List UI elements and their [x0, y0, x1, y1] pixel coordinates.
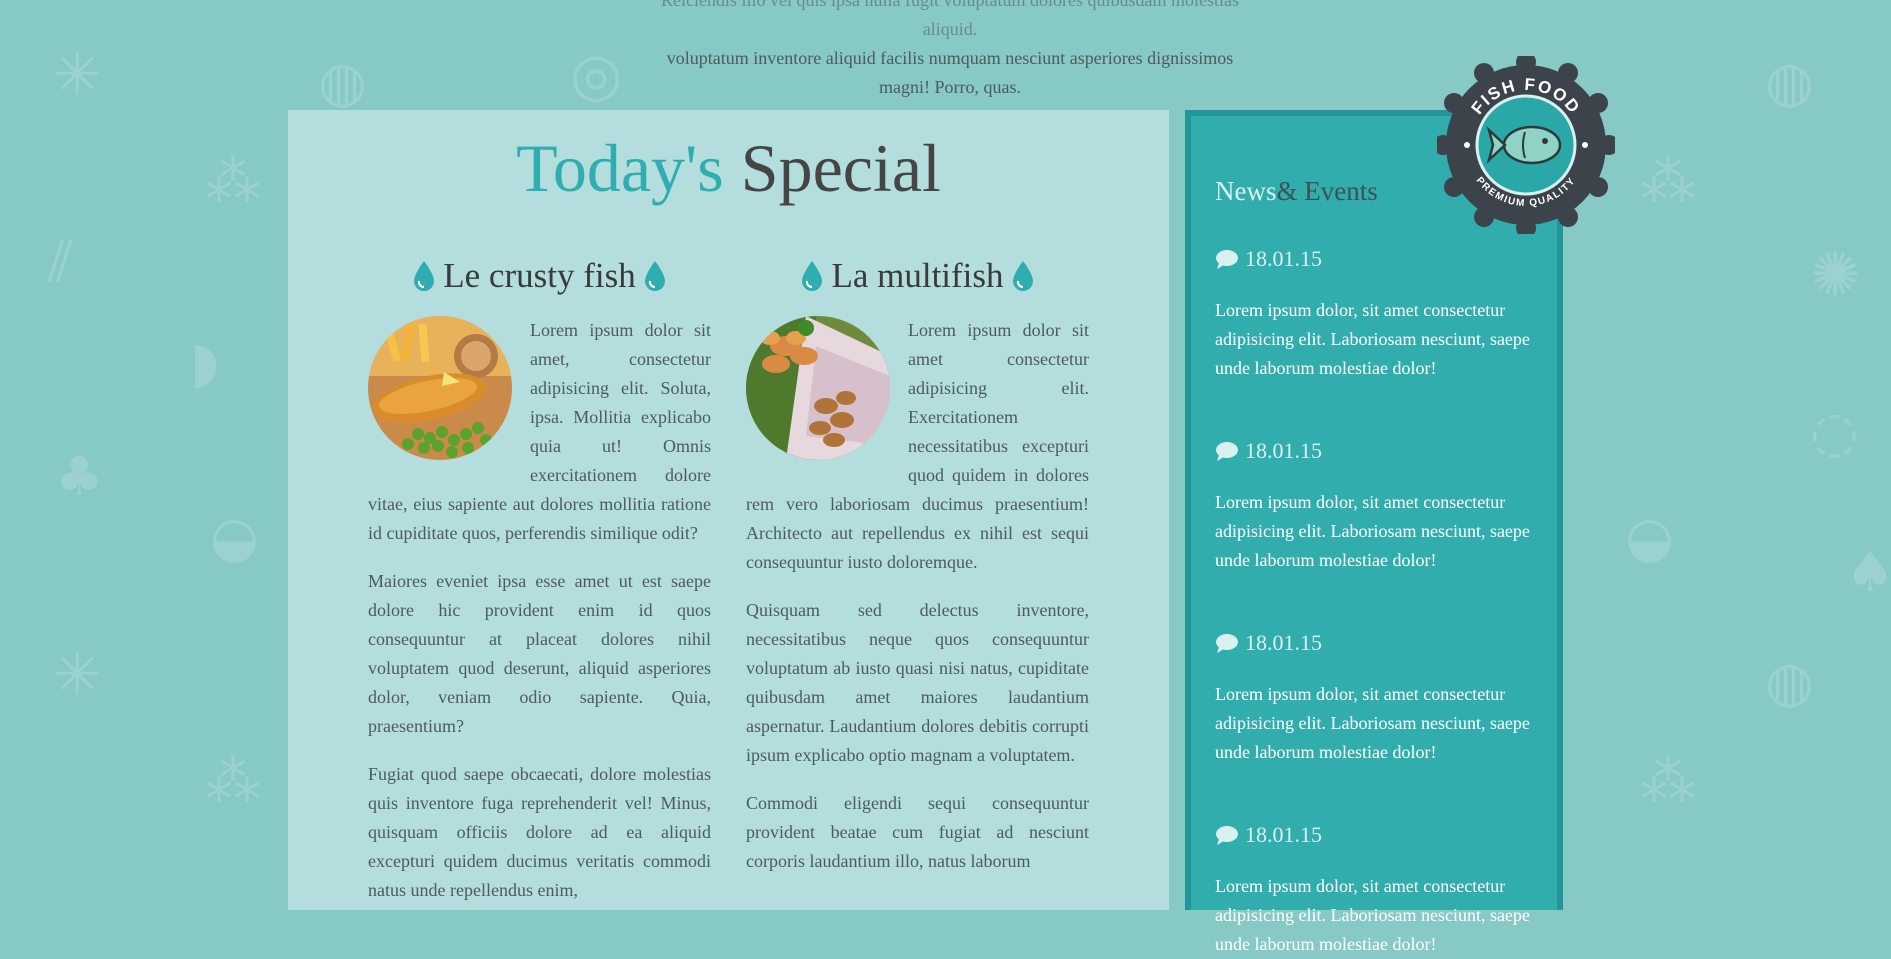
- grapes-icon: ⁂: [205, 150, 261, 215]
- event-date-text: 18.01.15: [1245, 246, 1322, 271]
- asparagus-icon: ⫽: [48, 230, 73, 295]
- dish-card-crusty-fish: Le crusty fish Lorem ipsum dolor sit ame…: [368, 250, 711, 924]
- dish-paragraph: Maiores eveniet ipsa esse amet ut est sa…: [368, 571, 711, 736]
- event-date: 18.01.15: [1215, 628, 1535, 658]
- event-item: 18.01.15 Lorem ipsum dolor, sit amet con…: [1215, 244, 1535, 383]
- event-date: 18.01.15: [1215, 820, 1535, 850]
- event-date: 18.01.15: [1215, 244, 1535, 274]
- broccoli-icon: ♠: [1845, 540, 1891, 605]
- event-item: 18.01.15 Lorem ipsum dolor, sit amet con…: [1215, 820, 1535, 959]
- fried-seafood-photo: [746, 316, 890, 460]
- watermelon-icon: ◍: [318, 50, 367, 115]
- intro-line: Reiciendis illo vel quis ipsa nulla fugi…: [661, 0, 1239, 39]
- dish-paragraph: Fugiat quod saepe obcaecati, dolore mole…: [368, 764, 711, 900]
- dish-name: Le crusty fish: [443, 256, 636, 295]
- event-date-text: 18.01.15: [1245, 822, 1322, 847]
- event-text: Lorem ipsum dolor, sit amet consectetur …: [1215, 876, 1530, 954]
- event-text: Lorem ipsum dolor, sit amet consectetur …: [1215, 492, 1530, 570]
- event-date: 18.01.15: [1215, 436, 1535, 466]
- title-rest: Special: [740, 130, 941, 206]
- event-date-text: 18.01.15: [1245, 630, 1322, 655]
- pineapple-icon: ✳: [52, 640, 103, 710]
- dish-name: La multifish: [831, 256, 1004, 295]
- watermelon-icon: ◍: [1765, 650, 1814, 715]
- sidebar-title-events: & Events: [1276, 176, 1378, 206]
- grapes-icon: ⁂: [205, 750, 261, 815]
- water-drop-icon: [644, 261, 665, 291]
- page-title: Today's Special: [288, 118, 1169, 218]
- dish-title: La multifish: [746, 250, 1089, 302]
- event-item: 18.01.15 Lorem ipsum dolor, sit amet con…: [1215, 628, 1535, 767]
- title-accent: Today's: [516, 130, 724, 206]
- dish-paragraph: Commodi eligendi sequi consequuntur prov…: [746, 793, 1089, 871]
- pineapple-icon: ✳: [52, 40, 103, 110]
- speech-bubble-icon: [1216, 442, 1238, 461]
- intro-line: magni! Porro, quas.: [879, 77, 1021, 97]
- dish-card-multifish: La multifish Lorem ipsum dolor sit amet …: [746, 250, 1089, 895]
- sidebar-title: News& Events: [1215, 176, 1378, 207]
- water-drop-icon: [414, 261, 435, 291]
- grapes-icon: ⁂: [1640, 150, 1696, 215]
- event-item: 18.01.15 Lorem ipsum dolor, sit amet con…: [1215, 436, 1535, 575]
- event-text: Lorem ipsum dolor, sit amet consectetur …: [1215, 684, 1530, 762]
- event-date-text: 18.01.15: [1245, 438, 1322, 463]
- fish-food-badge: FISH FOOD PREMIUM QUALITY: [1437, 56, 1615, 234]
- todays-special-panel: Today's Special Le crusty fish Lorem ips…: [288, 110, 1169, 910]
- donut-icon: ◎: [570, 40, 623, 110]
- dish-paragraph: Quisquam sed delectus inventore, necessi…: [746, 600, 1089, 765]
- dish-description: Lorem ipsum dolor sit amet consectetur a…: [746, 316, 1089, 876]
- speech-bubble-icon: [1216, 826, 1238, 845]
- fish-and-chips-photo: [368, 316, 512, 460]
- intro-line: voluptatum inventore aliquid facilis num…: [666, 48, 1234, 68]
- water-drop-icon: [1012, 261, 1033, 291]
- watermelon-icon: ◍: [1765, 50, 1814, 115]
- grapes-icon: ⁂: [1640, 750, 1696, 815]
- water-drop-icon: [802, 261, 823, 291]
- speech-bubble-icon: [1216, 634, 1238, 653]
- speech-bubble-icon: [1216, 250, 1238, 269]
- intro-text: Reiciendis illo vel quis ipsa nulla fugi…: [640, 0, 1260, 102]
- cherry-icon: ♣: [55, 445, 104, 508]
- dish-title: Le crusty fish: [368, 250, 711, 302]
- sidebar-title-news: News: [1215, 176, 1277, 206]
- event-text: Lorem ipsum dolor, sit amet consectetur …: [1215, 300, 1530, 378]
- cookie-icon: ◌: [1810, 400, 1859, 465]
- chicken-icon: ◗: [190, 330, 220, 395]
- steak-icon: ◒: [210, 505, 259, 570]
- dish-description: Lorem ipsum dolor sit amet, consectetur …: [368, 316, 711, 905]
- citrus-icon: ✺: [1810, 240, 1861, 310]
- steak-icon: ◒: [1625, 505, 1674, 570]
